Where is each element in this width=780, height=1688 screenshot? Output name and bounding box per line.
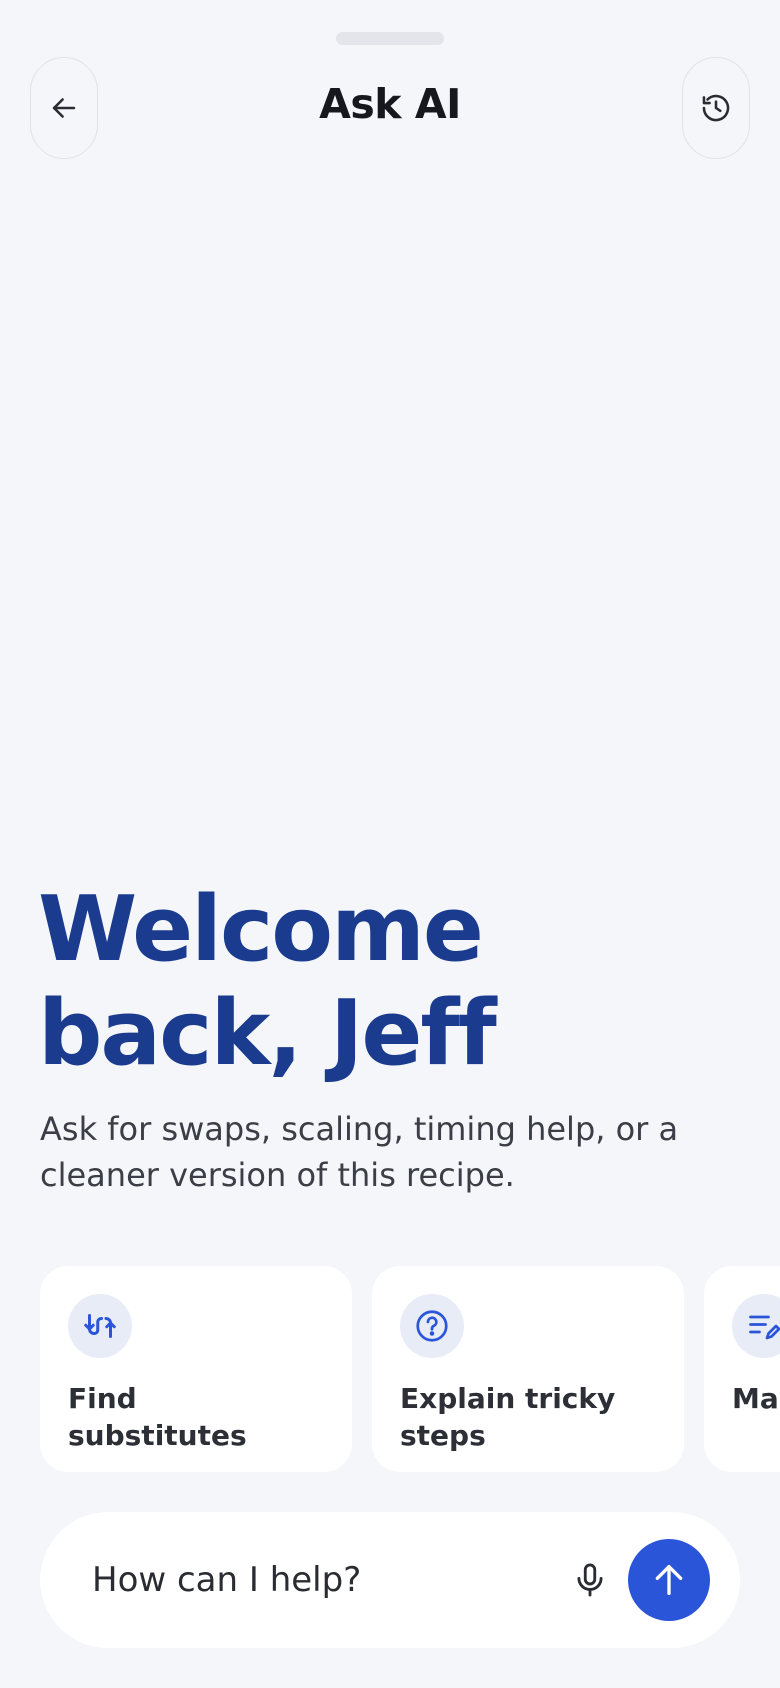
welcome-line-2: back, Jeff: [38, 981, 497, 1086]
send-button[interactable]: [628, 1539, 710, 1621]
suggestion-card-explain-steps[interactable]: Explain tricky steps: [372, 1266, 684, 1472]
suggestion-label: Find substitutes: [68, 1382, 247, 1452]
swap-arrows-icon: [84, 1314, 116, 1338]
suggestion-label: Explain tricky steps: [400, 1382, 616, 1452]
sheet-grabber[interactable]: [336, 32, 444, 45]
suggestion-card-find-substitutes[interactable]: Find substitutes: [40, 1266, 352, 1472]
suggestion-icon-wrap: [732, 1294, 780, 1358]
question-icon: [416, 1310, 448, 1342]
welcome-line-1: Welcome: [38, 877, 484, 982]
welcome-subtitle: Ask for swaps, scaling, timing help, or …: [40, 1110, 679, 1194]
prompt-composer: [40, 1512, 740, 1648]
history-button[interactable]: [682, 57, 750, 159]
suggestion-card-make[interactable]: Mak: [704, 1266, 780, 1472]
ask-ai-screen: Ask AI Welcome back, Jeff Ask for swaps,…: [0, 0, 780, 1688]
history-icon: [702, 94, 730, 122]
welcome-heading: Welcome back, Jeff: [38, 878, 678, 1086]
page-title: Ask AI: [319, 80, 461, 128]
suggestion-carousel[interactable]: Find substitutes Explain tricky steps Ma…: [40, 1266, 780, 1472]
edit-list-icon: [749, 1315, 780, 1340]
microphone-icon: [577, 1563, 603, 1597]
prompt-input[interactable]: [92, 1550, 532, 1610]
suggestion-icon-wrap: [400, 1294, 464, 1358]
microphone-button[interactable]: [562, 1552, 618, 1608]
suggestion-icon-wrap: [68, 1294, 132, 1358]
arrow-up-icon: [655, 1565, 683, 1595]
suggestion-label: Mak: [732, 1382, 780, 1415]
